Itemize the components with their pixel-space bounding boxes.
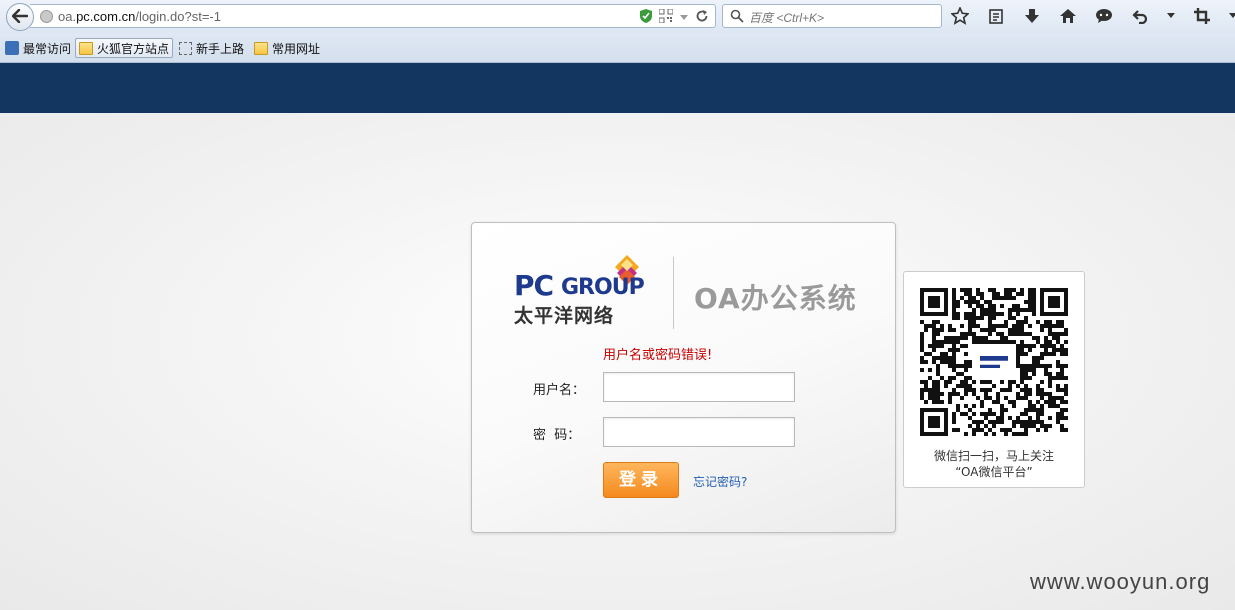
shield-icon[interactable] [639,8,653,27]
undo-icon[interactable] [1130,6,1150,26]
home-icon[interactable] [1058,6,1078,26]
reload-icon[interactable] [695,9,709,26]
browser-toolbar [950,6,1235,26]
logo-chinese-text: 太平洋网络 [514,305,615,327]
password-input[interactable] [603,417,795,447]
qr-code-icon[interactable] [658,8,674,26]
bookmark-label: 火狐官方站点 [97,41,170,56]
qr-caption: 微信扫一扫，马上关注 “OA微信平台” [904,448,1084,480]
page-icon [179,41,192,55]
bookmark-label: 最常访问 [23,41,72,56]
page-header-band [0,63,1235,113]
forgot-password-link[interactable]: 忘记密码? [693,473,747,490]
folder-icon [79,41,93,55]
url-text[interactable]: oa.pc.com.cn/login.do?st=-1 [58,9,221,24]
browser-nav-bar: oa.pc.com.cn/login.do?st=-1 百度 <Ctrl+K> [0,0,1235,33]
most-visited-icon [5,41,19,55]
bookmark-common-sites[interactable]: 常用网址 [251,38,323,58]
back-arrow-icon [11,8,29,26]
password-label: 密 码： [533,428,581,443]
login-panel: PC GROUP 太平洋网络 OA办公系统 用户名或密码错误! 用户名： 密 码… [471,222,896,533]
bookmarks-bar: 最常访问 火狐官方站点 新手上路 常用网址 [0,33,1235,63]
qr-caption-line1: 微信扫一扫，马上关注 [933,449,1054,463]
wechat-qr-code [920,288,1068,436]
bookmark-most-visited[interactable]: 最常访问 [2,38,74,58]
bookmarks-menu-icon[interactable] [986,6,1006,26]
dropdown-arrow-icon[interactable] [679,11,689,25]
bookmark-firefox-site[interactable]: 火狐官方站点 [75,38,174,58]
username-input[interactable] [603,372,795,402]
bookmark-label: 新手上路 [196,41,245,56]
site-identity-icon[interactable] [40,10,53,23]
bookmark-getting-started[interactable]: 新手上路 [176,38,247,58]
search-box[interactable]: 百度 <Ctrl+K> [722,4,942,28]
error-message: 用户名或密码错误! [603,348,713,363]
address-bar[interactable]: oa.pc.com.cn/login.do?st=-1 [30,4,716,28]
bookmark-label: 常用网址 [272,41,321,56]
crop-icon[interactable] [1192,6,1212,26]
username-label: 用户名： [533,383,586,398]
login-button[interactable]: 登录 [603,462,679,498]
download-icon[interactable] [1022,6,1042,26]
chat-icon[interactable] [1094,6,1114,26]
logo-group-text: GROUP [561,275,645,300]
qr-caption-line2: “OA微信平台” [955,465,1033,479]
search-icon [730,9,744,26]
bookmark-star-icon[interactable] [950,6,970,26]
pcgroup-logo: PC GROUP 太平洋网络 [514,255,654,327]
menu-dropdown-icon[interactable] [1228,6,1235,26]
logo-pc-text: PC [514,269,554,302]
undo-dropdown-icon[interactable] [1166,6,1176,26]
folder-icon [254,41,268,55]
search-placeholder: 百度 <Ctrl+K> [749,11,825,25]
system-title: OA办公系统 [694,282,857,315]
wechat-qr-panel: 微信扫一扫，马上关注 “OA微信平台” [903,271,1085,488]
logo-divider [673,257,674,329]
watermark-text: www.wooyun.org [1030,569,1211,594]
back-button[interactable] [6,3,34,31]
